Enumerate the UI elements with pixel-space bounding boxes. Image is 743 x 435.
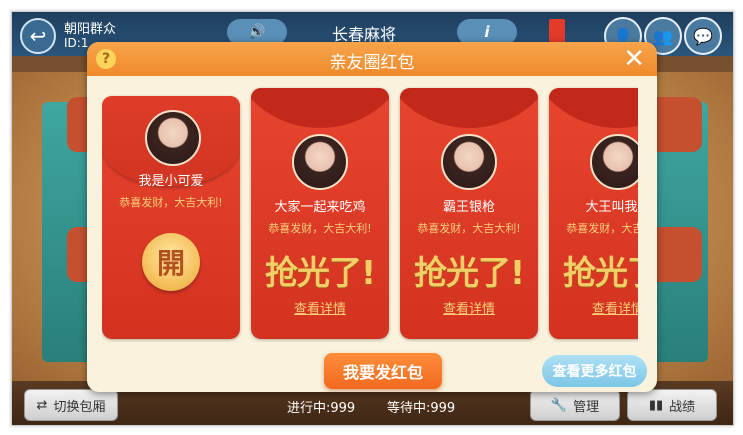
red-packet-card[interactable]: 大王叫我来 恭喜发财，大吉大利! 抢光了! 查看详情 bbox=[549, 88, 638, 339]
red-packet-card[interactable]: 我是小可爱 恭喜发财，大吉大利! 開 bbox=[102, 96, 240, 339]
blessing-text: 恭喜发财，大吉大利! bbox=[268, 222, 372, 235]
red-packet-card[interactable]: 霸王银枪 恭喜发财，大吉大利! 抢光了! 查看详情 bbox=[400, 88, 538, 339]
waiting-count: 等待中:999 bbox=[387, 401, 456, 416]
red-packet-dialog: ? 亲友圈红包 ✕ 我是小可爱 恭喜发财，大吉大利! 開 大家一起来吃鸡 恭喜发… bbox=[87, 42, 657, 392]
dialog-title: 亲友圈红包 bbox=[329, 53, 415, 73]
sender-name: 我是小可爱 bbox=[138, 174, 204, 189]
blessing-text: 恭喜发财，大吉大利! bbox=[119, 196, 223, 209]
packet-flap bbox=[400, 88, 538, 128]
packet-flap bbox=[251, 88, 389, 128]
bar-chart-icon: ▮▮ bbox=[648, 397, 664, 413]
in-progress-count: 进行中:999 bbox=[287, 401, 356, 416]
sender-name: 霸王银枪 bbox=[442, 200, 495, 215]
avatar bbox=[292, 134, 348, 190]
red-packet-list: 我是小可爱 恭喜发财，大吉大利! 開 大家一起来吃鸡 恭喜发财，大吉大利! 抢光… bbox=[102, 86, 638, 346]
game-screen: ↩ 朝阳群众 ID:1 🔊 长春麻将 i 👤 👥 💬 ⇄ 切换包厢 进行中:99… bbox=[11, 11, 734, 426]
close-icon[interactable]: ✕ bbox=[623, 45, 645, 73]
grabbed-status: 抢光了! bbox=[264, 253, 376, 292]
swap-arrows-icon: ⇄ bbox=[36, 397, 48, 413]
avatar bbox=[145, 110, 201, 166]
record-button[interactable]: ▮▮ 战绩 bbox=[627, 389, 717, 421]
switch-room-button[interactable]: ⇄ 切换包厢 bbox=[24, 389, 118, 421]
view-details-link[interactable]: 查看详情 bbox=[400, 298, 538, 317]
wrench-icon: 🔧 bbox=[550, 397, 568, 413]
room-name: 朝阳群众 bbox=[64, 22, 117, 37]
chat-icon[interactable]: 💬 bbox=[684, 17, 722, 55]
red-packet-card[interactable]: 大家一起来吃鸡 恭喜发财，大吉大利! 抢光了! 查看详情 bbox=[251, 88, 389, 339]
blessing-text: 恭喜发财，大吉大利! bbox=[417, 222, 521, 235]
sender-name: 大家一起来吃鸡 bbox=[274, 200, 366, 215]
grabbed-status: 抢光了! bbox=[413, 253, 525, 292]
manage-button[interactable]: 🔧 管理 bbox=[530, 389, 620, 421]
packet-flap bbox=[549, 88, 638, 128]
sender-name: 大王叫我来 bbox=[585, 200, 638, 215]
grabbed-status: 抢光了! bbox=[562, 253, 638, 292]
switch-room-label: 切换包厢 bbox=[53, 399, 106, 415]
open-button[interactable]: 開 bbox=[142, 233, 200, 291]
back-arrow-icon[interactable]: ↩ bbox=[20, 18, 56, 54]
manage-label: 管理 bbox=[573, 399, 600, 415]
room-id: ID:1 bbox=[64, 36, 89, 50]
record-label: 战绩 bbox=[669, 399, 696, 415]
red-packet-icon[interactable] bbox=[549, 19, 565, 43]
view-more-red-packets-button[interactable]: 查看更多红包 bbox=[542, 355, 647, 387]
view-details-link[interactable]: 查看详情 bbox=[251, 298, 389, 317]
dialog-header: ? 亲友圈红包 ✕ bbox=[87, 42, 657, 76]
avatar bbox=[441, 134, 497, 190]
blessing-text: 恭喜发财，大吉大利! bbox=[566, 222, 638, 235]
send-red-packet-button[interactable]: 我要发红包 bbox=[324, 353, 442, 389]
avatar bbox=[590, 134, 638, 190]
view-details-link[interactable]: 查看详情 bbox=[549, 298, 638, 317]
